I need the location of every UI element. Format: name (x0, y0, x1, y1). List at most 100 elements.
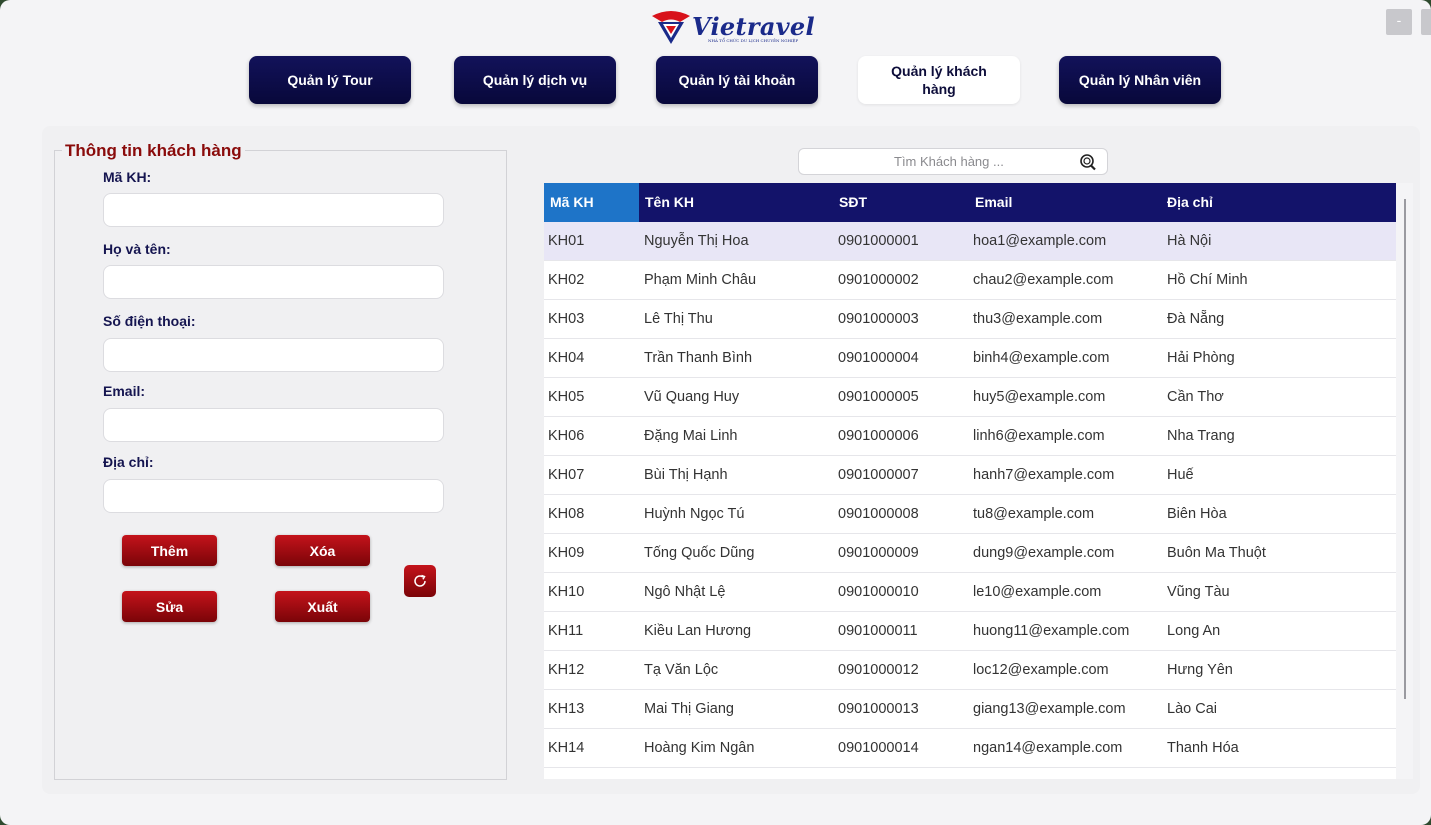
cell-name: Vũ Quang Huy (644, 389, 740, 405)
table-row[interactable]: KH12 Tạ Văn Lộc 0901000012 loc12@example… (544, 651, 1396, 690)
table-row[interactable]: KH01 Nguyễn Thị Hoa 0901000001 hoa1@exam… (544, 222, 1396, 261)
phone-label: Số điện thoại: (103, 313, 196, 329)
cell-email: thu3@example.com (973, 311, 1103, 327)
table-row[interactable]: KH08 Huỳnh Ngọc Tú 0901000008 tu8@exampl… (544, 495, 1396, 534)
edit-button[interactable]: Sửa (122, 591, 217, 622)
cell-id: KH02 (548, 272, 585, 288)
customer-id-label: Mã KH: (103, 169, 152, 185)
cell-address: Nha Trang (1167, 428, 1235, 444)
email-input[interactable] (103, 408, 444, 442)
cell-phone: 0901000004 (838, 350, 919, 366)
address-label: Địa chỉ: (103, 454, 154, 470)
cell-id: KH01 (548, 233, 585, 249)
address-input[interactable] (103, 479, 444, 513)
cell-address: Buôn Ma Thuột (1167, 545, 1266, 561)
cell-id: KH06 (548, 428, 585, 444)
cell-id: KH11 (548, 623, 584, 639)
cell-address: Biên Hòa (1167, 506, 1227, 522)
table-row[interactable]: KH09 Tống Quốc Dũng 0901000009 dung9@exa… (544, 534, 1396, 573)
add-button[interactable]: Thêm (122, 535, 217, 566)
cell-phone: 0901000007 (838, 467, 919, 483)
cell-address: Vũng Tàu (1167, 584, 1230, 600)
cell-address: Cần Thơ (1167, 389, 1224, 405)
cell-email: hanh7@example.com (973, 467, 1115, 483)
refresh-button[interactable] (404, 565, 436, 597)
cell-email: huong11@example.com (973, 623, 1130, 639)
cell-phone: 0901000011 (838, 623, 918, 639)
brand-tagline: NHÀ TỔ CHỨC DU LỊCH CHUYÊN NGHIỆP (708, 38, 799, 43)
delete-button[interactable]: Xóa (275, 535, 370, 566)
customer-id-input[interactable] (103, 193, 444, 227)
full-name-input[interactable] (103, 265, 444, 299)
cell-email: dung9@example.com (973, 545, 1115, 561)
cell-address: Long An (1167, 623, 1221, 639)
cell-address: Huế (1167, 467, 1194, 483)
cell-id: KH09 (548, 545, 585, 561)
cell-id: KH07 (548, 467, 585, 483)
table-row[interactable]: KH10 Ngô Nhật Lệ 0901000010 le10@example… (544, 573, 1396, 612)
cell-name: Phạm Minh Châu (644, 272, 757, 288)
cell-id: KH05 (548, 389, 585, 405)
refresh-icon (414, 574, 426, 587)
cell-phone: 0901000013 (838, 701, 919, 717)
table-row[interactable]: KH03 Lê Thị Thu 0901000003 thu3@example.… (544, 300, 1396, 339)
cell-email: chau2@example.com (973, 272, 1114, 288)
table-row[interactable]: KH06 Đặng Mai Linh 0901000006 linh6@exam… (544, 417, 1396, 456)
cell-id: KH08 (548, 506, 585, 522)
nav-service-button[interactable]: Quản lý dịch vụ (454, 56, 616, 104)
cell-name: Kiều Lan Hương (644, 623, 752, 639)
nav-customer-button[interactable]: Quản lý khách hàng (858, 56, 1020, 104)
cell-name: Mai Thị Giang (644, 701, 734, 717)
cell-phone: 0901000012 (838, 662, 919, 678)
nav-tour-button[interactable]: Quản lý Tour (249, 56, 411, 104)
cell-address: Đà Nẵng (1167, 311, 1225, 327)
cell-phone: 0901000006 (838, 428, 919, 444)
cell-name: Huỳnh Ngọc Tú (644, 506, 745, 522)
cell-address: Lào Cai (1167, 701, 1217, 717)
cell-email: linh6@example.com (973, 428, 1105, 444)
table-row[interactable]: KH02 Phạm Minh Châu 0901000002 chau2@exa… (544, 261, 1396, 300)
cell-id: KH14 (548, 740, 585, 756)
cell-email: ngan14@example.com (973, 740, 1123, 756)
table-scrollbar-thumb[interactable] (1404, 199, 1406, 699)
table-row[interactable]: KH07 Bùi Thị Hạnh 0901000007 hanh7@examp… (544, 456, 1396, 495)
nav-staff-button[interactable]: Quản lý Nhân viên (1059, 56, 1221, 104)
table-row[interactable]: KH14 Hoàng Kim Ngân 0901000014 ngan14@ex… (544, 729, 1396, 768)
form-legend: Thông tin khách hàng (62, 141, 245, 161)
cell-phone: 0901000014 (838, 740, 919, 756)
search-box[interactable]: Tìm Khách hàng ... (798, 148, 1108, 175)
cell-email: tu8@example.com (973, 506, 1095, 522)
table-row[interactable]: KH13 Mai Thị Giang 0901000013 giang13@ex… (544, 690, 1396, 729)
cell-id: KH13 (548, 701, 585, 717)
cell-name: Đặng Mai Linh (644, 428, 738, 444)
table-row[interactable]: KH04 Trần Thanh Bình 0901000004 binh4@ex… (544, 339, 1396, 378)
table-row[interactable]: KH05 Vũ Quang Huy 0901000005 huy5@exampl… (544, 378, 1396, 417)
email-label: Email: (103, 383, 146, 399)
minimize-button[interactable]: - (1386, 9, 1412, 35)
column-header-phone[interactable]: SĐT (839, 183, 867, 222)
column-header-address[interactable]: Địa chỉ (1167, 183, 1213, 222)
cell-phone: 0901000002 (838, 272, 919, 288)
column-header-email[interactable]: Email (975, 183, 1012, 222)
cell-id: KH03 (548, 311, 585, 327)
cell-name: Tống Quốc Dũng (644, 545, 755, 561)
brand-logo: Vietravel NHÀ TỔ CHỨC DU LỊCH CHUYÊN NGH… (650, 8, 820, 46)
search-input[interactable]: Tìm Khách hàng ... (894, 154, 1004, 169)
full-name-label: Họ và tên: (103, 241, 171, 257)
phone-input[interactable] (103, 338, 444, 372)
cell-email: huy5@example.com (973, 389, 1106, 405)
nav-account-button[interactable]: Quản lý tài khoản (656, 56, 818, 104)
cell-email: loc12@example.com (973, 662, 1109, 678)
table-header: Mã KH Tên KH SĐT Email Địa chỉ (544, 183, 1396, 222)
table-row[interactable]: KH11 Kiều Lan Hương 0901000011 huong11@e… (544, 612, 1396, 651)
export-button[interactable]: Xuất (275, 591, 370, 622)
cell-id: KH04 (548, 350, 585, 366)
column-header-name[interactable]: Tên KH (645, 183, 694, 222)
cell-address: Hưng Yên (1167, 662, 1233, 678)
column-header-id[interactable]: Mã KH (544, 183, 639, 222)
maximize-button[interactable] (1421, 9, 1431, 35)
search-icon[interactable] (1079, 153, 1097, 171)
vietravel-logo-icon (652, 11, 690, 44)
cell-name: Nguyễn Thị Hoa (644, 233, 749, 249)
cell-email: le10@example.com (973, 584, 1102, 600)
